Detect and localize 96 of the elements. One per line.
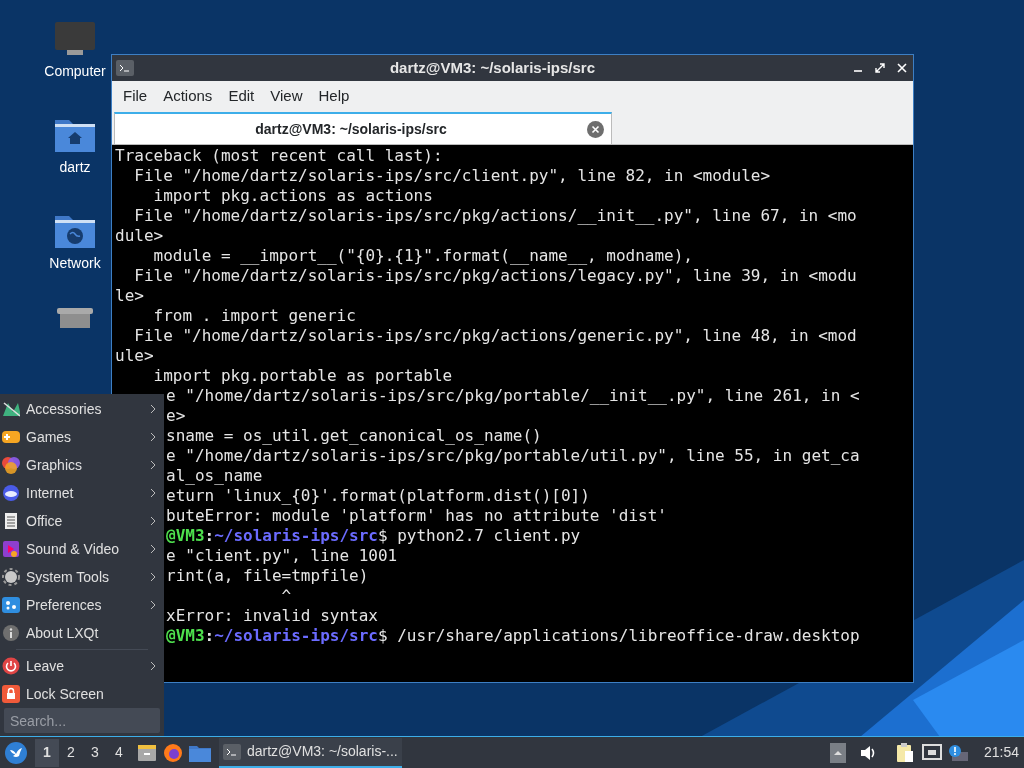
media-icon: [2, 540, 20, 558]
prompt-host: @VM3: [166, 626, 205, 645]
terminal-line: xError: invalid syntax: [166, 606, 378, 625]
terminal-line: import pkg.actions as actions: [152, 186, 433, 205]
menu-entry[interactable]: System Tools: [0, 563, 164, 591]
command-text: $ /usr/share/applications/libreoffice-draw.desktop: [377, 626, 860, 645]
expand-up-icon[interactable]: [829, 742, 846, 763]
power-icon: [2, 657, 20, 675]
menu-entry[interactable]: Games: [0, 423, 164, 451]
terminal-line: buteError: module 'platform' has no attribute 'dist': [166, 506, 667, 525]
network-port-icon[interactable]: [921, 743, 942, 762]
terminal-line: File "/home/dartz/solaris-ips/src/pkg/actions/generic.py", line 48, in <mod: [133, 326, 857, 345]
desktop-icon-label[interactable]: dartz: [59, 158, 91, 176]
terminal-line: e>: [166, 406, 186, 425]
menu-entry-label: Lock Screen: [26, 684, 105, 704]
terminal-icon: [223, 743, 241, 760]
terminal-line: le>: [115, 286, 144, 305]
search-field[interactable]: Search...: [4, 708, 160, 733]
desktop-switch[interactable]: 1: [35, 738, 59, 767]
terminal-line: ule>: [115, 346, 154, 365]
maximize-icon[interactable]: [873, 61, 887, 75]
document-icon: [2, 512, 20, 530]
menu-item[interactable]: View: [263, 84, 310, 108]
terminal-line: al_os_name: [166, 466, 263, 485]
prompt-path: ~/solaris-ips/src: [214, 526, 378, 545]
settings-icon: [2, 568, 20, 586]
notification-icon[interactable]: [947, 743, 968, 762]
terminal-tab[interactable]: dartz@VM3: ~/solaris-ips/src: [114, 112, 612, 144]
prompt-path: ~/solaris-ips/src: [214, 626, 378, 645]
prompt-host: @VM3: [166, 526, 205, 545]
globe-icon: [2, 484, 20, 502]
menu-entry-label: Preferences: [26, 595, 103, 615]
menu-entry-label: Games: [26, 427, 73, 447]
menu-entry-label: Internet: [26, 483, 75, 503]
prompt-separator: :: [204, 626, 215, 645]
terminal-line: e "client.py", line 1001: [166, 546, 398, 565]
terminal-line: import pkg.portable as portable: [152, 366, 453, 385]
info-icon: [2, 624, 20, 642]
trash-icon[interactable]: [55, 308, 95, 328]
terminal-icon: [116, 60, 134, 76]
menu-entry[interactable]: Leave: [0, 652, 164, 680]
menu-entry[interactable]: Sound & Video: [0, 535, 164, 563]
desktop-switch[interactable]: 3: [83, 738, 107, 767]
terminal-line: File "/home/dartz/solaris-ips/src/pkg/actions/legacy.py", line 39, in <modu: [133, 266, 857, 285]
terminal-line: Traceback (most recent call last):: [115, 146, 443, 165]
menu-item[interactable]: Actions: [156, 84, 220, 108]
clipboard-icon[interactable]: [895, 742, 914, 763]
task-label: dartz@VM3: ~/solaris-...: [247, 742, 398, 761]
task-button[interactable]: dartz@VM3: ~/solaris-...: [219, 737, 402, 768]
tab-label: dartz@VM3: ~/solaris-ips/src: [254, 119, 448, 139]
menu-item[interactable]: File: [116, 84, 155, 108]
desktop-switch[interactable]: 2: [59, 738, 83, 767]
menu-entry[interactable]: About LXQt: [0, 619, 164, 647]
menu-entry-label: Office: [26, 511, 64, 531]
menu-entry[interactable]: Office: [0, 507, 164, 535]
lock-icon: [2, 685, 20, 703]
bird-logo-icon[interactable]: [5, 741, 27, 764]
terminal-line: File "/home/dartz/solaris-ips/src/pkg/actions/__init__.py", line 67, in <mo: [133, 206, 857, 225]
desktop-switch[interactable]: 4: [107, 738, 131, 767]
menu-entry-label: About LXQt: [26, 623, 100, 643]
menu-entry[interactable]: Internet: [0, 479, 164, 507]
sliders-icon: [2, 596, 20, 614]
computer-icon[interactable]: [55, 20, 95, 56]
menu-item[interactable]: Help: [311, 84, 357, 108]
menu-entry-label: Accessories: [26, 399, 103, 419]
menu-entry[interactable]: Accessories: [0, 395, 164, 423]
menu-entry[interactable]: Graphics: [0, 451, 164, 479]
command-text: $ python2.7 client.py: [377, 526, 581, 545]
prompt-separator: :: [204, 526, 215, 545]
gamepad-icon: [2, 428, 20, 446]
terminal-line: e "/home/dartz/solaris-ips/src/pkg/portable/util.py", line 55, in get_ca: [166, 446, 860, 465]
browser-icon[interactable]: [163, 742, 183, 763]
menu-entry-label: Graphics: [26, 455, 84, 475]
terminal-line: from . import generic: [152, 306, 356, 325]
terminal-line: ^: [280, 586, 292, 605]
menu-item[interactable]: Edit: [221, 84, 262, 108]
menu-entry-label: Sound & Video: [26, 539, 121, 559]
desktop-icon-label[interactable]: Network: [49, 254, 101, 272]
close-icon[interactable]: [895, 61, 909, 75]
terminal-line: module = __import__("{0}.{1}".format(__name__, modname),: [152, 246, 693, 265]
terminal-line: File "/home/dartz/solaris-ips/src/client.py", line 82, in <module>: [133, 166, 771, 185]
terminal-line: sname = os_util.get_canonical_os_name(): [166, 426, 542, 445]
menu-entry[interactable]: Lock Screen: [0, 680, 164, 708]
palette-icon: [2, 456, 20, 474]
window-title: dartz@VM3: ~/solaris-ips/src: [388, 57, 597, 78]
menu-entry[interactable]: Preferences: [0, 591, 164, 619]
menu-entry-label: System Tools: [26, 567, 110, 587]
terminal-line: eturn 'linux_{0}'.format(platform.dist()[0]): [166, 486, 590, 505]
folder-icon[interactable]: [189, 743, 211, 762]
file-cabinet-icon[interactable]: [137, 742, 157, 763]
clock: 21:54: [983, 743, 1020, 762]
desktop-icon-label[interactable]: Computer: [44, 62, 106, 80]
terminal-line: rint(a, file=tmpfile): [166, 566, 369, 585]
terminal-line: e "/home/dartz/solaris-ips/src/pkg/portable/__init__.py", line 261, in <: [166, 386, 860, 405]
terminal-line: dule>: [115, 226, 164, 245]
menu-entry-label: Leave: [26, 656, 66, 676]
